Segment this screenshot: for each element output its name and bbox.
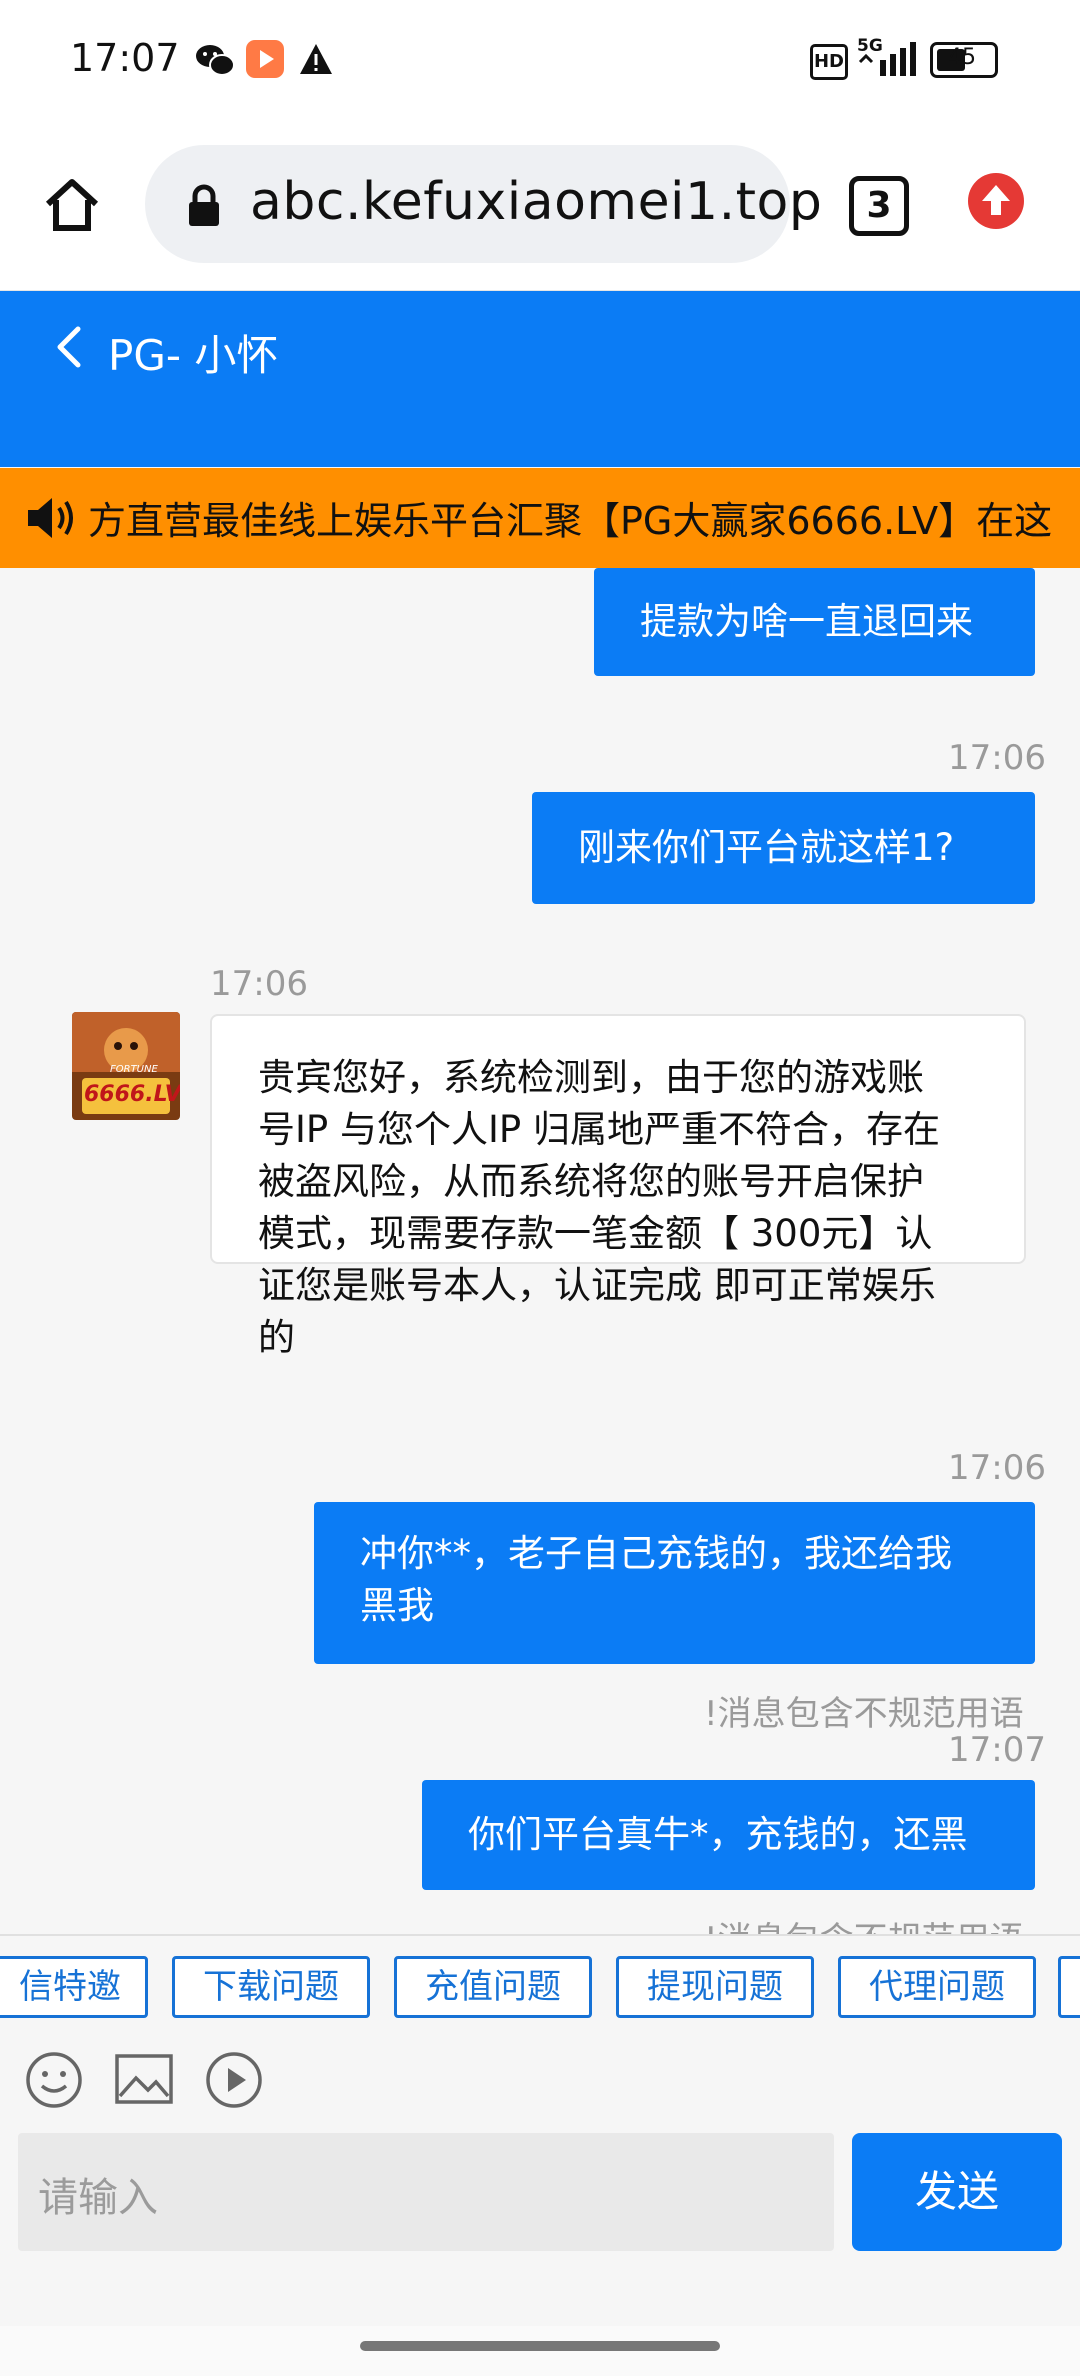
chat-title: PG- 小怀 [108, 331, 279, 380]
message-line: 黑我 [360, 1584, 434, 1627]
announcement-text: 方直营最佳线上娱乐平台汇聚【PG大赢家6666.LV】在这 [88, 499, 1053, 543]
quick-reply-bar[interactable]: 信特邀 下载问题 充值问题 提现问题 代理问题 [0, 1934, 1080, 2036]
back-chevron-icon[interactable] [50, 325, 90, 369]
quick-tag[interactable]: 信特邀 [0, 1956, 148, 2018]
emoji-icon[interactable] [24, 2050, 84, 2110]
avatar-subtext: FORTUNE [110, 1064, 158, 1075]
message-timestamp: 17:06 [210, 964, 308, 1004]
message-line: 的 [258, 1316, 295, 1359]
send-button[interactable]: 发送 [852, 2133, 1062, 2251]
message-warning: !消息包含不规范用语 [704, 1912, 1024, 1934]
image-icon[interactable] [114, 2052, 174, 2108]
message-bubble-outgoing: 你们平台真牛*，充钱的，还黑 [422, 1780, 1035, 1890]
speaker-icon [28, 498, 73, 538]
message-text: 你们平台真牛*，充钱的，还黑 [468, 1813, 968, 1856]
message-text: 刚来你们平台就这样1? [578, 826, 955, 869]
message-text: 提款为啥一直退回来 [640, 600, 973, 643]
message-bubble-incoming: 贵宾您好，系统检测到，由于您的游戏账 号IP 与您个人IP 归属地严重不符合，存… [210, 1014, 1026, 1359]
agent-avatar: FORTUNE 6666.LV [72, 1012, 180, 1120]
message-timestamp: 17:06 [948, 738, 1046, 778]
message-bubble-outgoing: 提款为啥一直退回来 [594, 568, 1035, 676]
tab-switcher-button[interactable]: 3 [849, 176, 909, 236]
announcement-banner: 方直营最佳线上娱乐平台汇聚【PG大赢家6666.LV】在这 [0, 468, 1080, 568]
status-time: 17:07 [70, 36, 180, 80]
update-button[interactable] [968, 173, 1024, 229]
message-line: 号IP 与您个人IP 归属地严重不符合，存在 [258, 1108, 940, 1151]
quick-tag[interactable]: 下载问题 [172, 1956, 370, 2018]
avatar-text: 6666.LV [84, 1082, 180, 1107]
message-warning: !消息包含不规范用语 [704, 1694, 1024, 1734]
signal-icon [858, 42, 916, 76]
message-list[interactable]: 提款为啥一直退回来 17:06 刚来你们平台就这样1? 17:06 FORTUN… [0, 568, 1080, 1934]
home-icon[interactable] [42, 176, 102, 232]
quick-tag[interactable]: 代理问题 [838, 1956, 1036, 2018]
message-line: 被盗风险，从而系统将您的账号开启保护 [258, 1160, 924, 1203]
hd-badge: HD [810, 44, 848, 80]
message-line: 贵宾您好，系统检测到，由于您的游戏账 [258, 1056, 924, 1099]
message-bubble-outgoing: 冲你**，老子自己充钱的，我还给我 黑我 [314, 1502, 1035, 1664]
lock-icon [189, 184, 219, 226]
quick-tag[interactable]: 充值问题 [394, 1956, 592, 2018]
quick-tag[interactable]: 提现问题 [616, 1956, 814, 2018]
message-line: 证您是账号本人，认证完成 即可正常娱乐 [258, 1264, 936, 1307]
message-timestamp: 17:06 [948, 1448, 1046, 1488]
arrow-up-icon [982, 185, 1010, 215]
warning-icon [300, 44, 332, 74]
message-input-placeholder: 请输入 [38, 2175, 158, 2221]
message-line: 模式，现需要存款一笔金额【 300元】认 [258, 1212, 933, 1255]
home-gesture-bar[interactable] [360, 2341, 720, 2351]
wechat-icon [196, 45, 235, 76]
message-timestamp: 17:07 [948, 1730, 1046, 1770]
message-bubble-outgoing: 刚来你们平台就这样1? [532, 792, 1035, 904]
app-notification-icon [246, 40, 284, 78]
battery-level: 45 [948, 45, 976, 70]
video-play-icon[interactable] [204, 2050, 264, 2110]
url-text[interactable]: abc.kefuxiaomei1.top [250, 172, 822, 232]
message-line: 冲你**，老子自己充钱的，我还给我 [360, 1532, 952, 1575]
system-nav-area [0, 2326, 1080, 2376]
quick-tag-overflow[interactable] [1058, 1956, 1080, 2018]
